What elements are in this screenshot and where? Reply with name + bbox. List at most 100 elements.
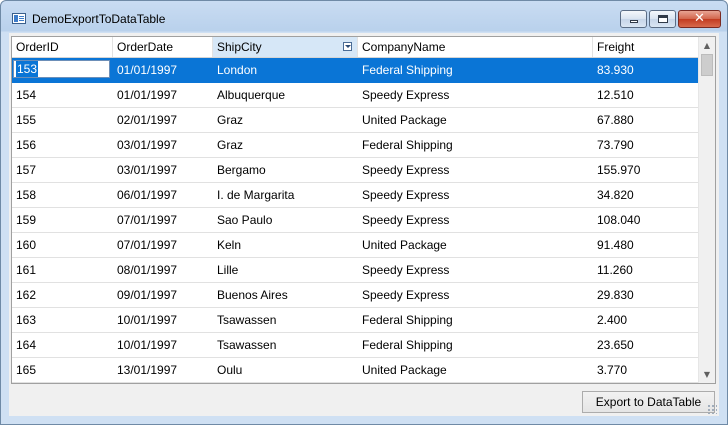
column-header-shipcity[interactable]: ShipCity <box>213 37 358 57</box>
cell-shipcity[interactable]: Graz <box>213 108 358 132</box>
cell-shipcity[interactable]: Albuquerque <box>213 83 358 107</box>
table-row[interactable]: 161 08/01/1997 Lille Speedy Express 11.260 <box>12 258 698 283</box>
table-row[interactable]: 165 13/01/1997 Oulu United Package 3.770 <box>12 358 698 383</box>
table-row[interactable]: 164 10/01/1997 Tsawassen Federal Shipping 23… <box>12 333 698 358</box>
cell-shipcity[interactable]: Buenos Aires <box>213 283 358 307</box>
client-area: OrderID OrderDate ShipCity CompanyName F… <box>9 33 719 416</box>
cell-shipcity[interactable]: Sao Paulo <box>213 208 358 232</box>
cell-freight[interactable]: 29.830 <box>593 283 698 307</box>
data-grid[interactable]: OrderID OrderDate ShipCity CompanyName F… <box>11 36 716 384</box>
cell-orderdate[interactable]: 02/01/1997 <box>113 108 213 132</box>
resize-grip-icon[interactable] <box>707 404 717 414</box>
table-row[interactable]: 158 06/01/1997 I. de Margarita Speedy Expre… <box>12 183 698 208</box>
cell-freight[interactable]: 83.930 <box>593 58 698 82</box>
table-row[interactable]: 159 07/01/1997 Sao Paulo Speedy Express 108.… <box>12 208 698 233</box>
table-row[interactable]: 155 02/01/1997 Graz United Package 67.880 <box>12 108 698 133</box>
cell-shipcity[interactable]: Lille <box>213 258 358 282</box>
cell-orderdate[interactable]: 03/01/1997 <box>113 133 213 157</box>
maximize-button[interactable] <box>649 10 676 28</box>
cell-shipcity[interactable]: Tsawassen <box>213 333 358 357</box>
column-header-companyname[interactable]: CompanyName <box>358 37 593 57</box>
cell-freight[interactable]: 3.770 <box>593 358 698 382</box>
cell-orderid[interactable]: 154 <box>12 83 113 107</box>
grid-header: OrderID OrderDate ShipCity CompanyName F… <box>12 37 698 58</box>
cell-shipcity[interactable]: Keln <box>213 233 358 257</box>
cell-orderdate[interactable]: 07/01/1997 <box>113 208 213 232</box>
cell-companyname[interactable]: Federal Shipping <box>358 333 593 357</box>
cell-freight[interactable]: 155.970 <box>593 158 698 182</box>
cell-freight[interactable]: 108.040 <box>593 208 698 232</box>
cell-orderid[interactable]: 165 <box>12 358 113 382</box>
cell-orderid[interactable]: 157 <box>12 158 113 182</box>
cell-orderdate[interactable]: 07/01/1997 <box>113 233 213 257</box>
cell-freight[interactable]: 12.510 <box>593 83 698 107</box>
cell-freight[interactable]: 34.820 <box>593 183 698 207</box>
cell-freight[interactable]: 2.400 <box>593 308 698 332</box>
table-row[interactable]: 153 01/01/1997 London Federal Shipping 83.93… <box>12 58 698 83</box>
cell-companyname[interactable]: Speedy Express <box>358 183 593 207</box>
cell-orderid[interactable]: 163 <box>12 308 113 332</box>
column-header-label: OrderDate <box>117 40 174 54</box>
cell-shipcity[interactable]: Bergamo <box>213 158 358 182</box>
cell-companyname[interactable]: Speedy Express <box>358 283 593 307</box>
cell-companyname[interactable]: Speedy Express <box>358 208 593 232</box>
cell-companyname[interactable]: Speedy Express <box>358 258 593 282</box>
cell-shipcity[interactable]: Oulu <box>213 358 358 382</box>
cell-orderdate[interactable]: 10/01/1997 <box>113 333 213 357</box>
cell-orderid[interactable]: 162 <box>12 283 113 307</box>
cell-freight[interactable]: 23.650 <box>593 333 698 357</box>
scroll-down-arrow-icon[interactable]: ▼ <box>699 366 715 383</box>
cell-freight[interactable]: 73.790 <box>593 133 698 157</box>
cell-orderid[interactable]: 161 <box>12 258 113 282</box>
cell-orderid[interactable]: 159 <box>12 208 113 232</box>
title-bar[interactable]: DemoExportToDataTable ✕ <box>1 1 727 33</box>
cell-freight[interactable]: 67.880 <box>593 108 698 132</box>
cell-companyname[interactable]: Federal Shipping <box>358 133 593 157</box>
cell-orderid[interactable]: 153 <box>12 58 113 82</box>
cell-companyname[interactable]: Federal Shipping <box>358 58 593 82</box>
table-row[interactable]: 162 09/01/1997 Buenos Aires Speedy Express 2… <box>12 283 698 308</box>
column-header-orderid[interactable]: OrderID <box>12 37 113 57</box>
cell-freight[interactable]: 91.480 <box>593 233 698 257</box>
close-button[interactable]: ✕ <box>678 10 721 28</box>
cell-companyname[interactable]: United Package <box>358 358 593 382</box>
scroll-up-arrow-icon[interactable]: ▲ <box>699 37 715 54</box>
filter-dropdown-icon[interactable] <box>343 42 352 51</box>
cell-orderdate[interactable]: 01/01/1997 <box>113 58 213 82</box>
cell-shipcity[interactable]: I. de Margarita <box>213 183 358 207</box>
table-row[interactable]: 156 03/01/1997 Graz Federal Shipping 73.790 <box>12 133 698 158</box>
export-to-datatable-button[interactable]: Export to DataTable <box>582 391 715 413</box>
vertical-scrollbar[interactable]: ▲ ▼ <box>698 37 715 383</box>
cell-freight[interactable]: 11.260 <box>593 258 698 282</box>
cell-orderdate[interactable]: 06/01/1997 <box>113 183 213 207</box>
cell-orderid[interactable]: 155 <box>12 108 113 132</box>
cell-orderdate[interactable]: 09/01/1997 <box>113 283 213 307</box>
table-row[interactable]: 160 07/01/1997 Keln United Package 91.480 <box>12 233 698 258</box>
cell-orderid[interactable]: 164 <box>12 333 113 357</box>
cell-orderdate[interactable]: 08/01/1997 <box>113 258 213 282</box>
column-header-freight[interactable]: Freight <box>593 37 698 57</box>
scrollbar-thumb[interactable] <box>701 54 713 76</box>
table-row[interactable]: 154 01/01/1997 Albuquerque Speedy Express 12… <box>12 83 698 108</box>
cell-orderdate[interactable]: 03/01/1997 <box>113 158 213 182</box>
cell-companyname[interactable]: Speedy Express <box>358 158 593 182</box>
minimize-button[interactable] <box>620 10 647 28</box>
close-icon: ✕ <box>694 11 705 26</box>
cell-companyname[interactable]: United Package <box>358 233 593 257</box>
cell-orderid[interactable]: 160 <box>12 233 113 257</box>
cell-shipcity[interactable]: London <box>213 58 358 82</box>
cell-companyname[interactable]: Federal Shipping <box>358 308 593 332</box>
cell-orderdate[interactable]: 10/01/1997 <box>113 308 213 332</box>
cell-companyname[interactable]: United Package <box>358 108 593 132</box>
table-row[interactable]: 163 10/01/1997 Tsawassen Federal Shipping 2.… <box>12 308 698 333</box>
cell-orderid[interactable]: 156 <box>12 133 113 157</box>
cell-orderdate[interactable]: 01/01/1997 <box>113 83 213 107</box>
table-row[interactable]: 157 03/01/1997 Bergamo Speedy Express 155.97… <box>12 158 698 183</box>
cell-shipcity[interactable]: Graz <box>213 133 358 157</box>
cell-shipcity[interactable]: Tsawassen <box>213 308 358 332</box>
cell-orderdate[interactable]: 13/01/1997 <box>113 358 213 382</box>
cell-companyname[interactable]: Speedy Express <box>358 83 593 107</box>
column-header-orderdate[interactable]: OrderDate <box>113 37 213 57</box>
cell-orderid[interactable]: 158 <box>12 183 113 207</box>
cell-edit-input[interactable]: 153 <box>13 60 110 78</box>
